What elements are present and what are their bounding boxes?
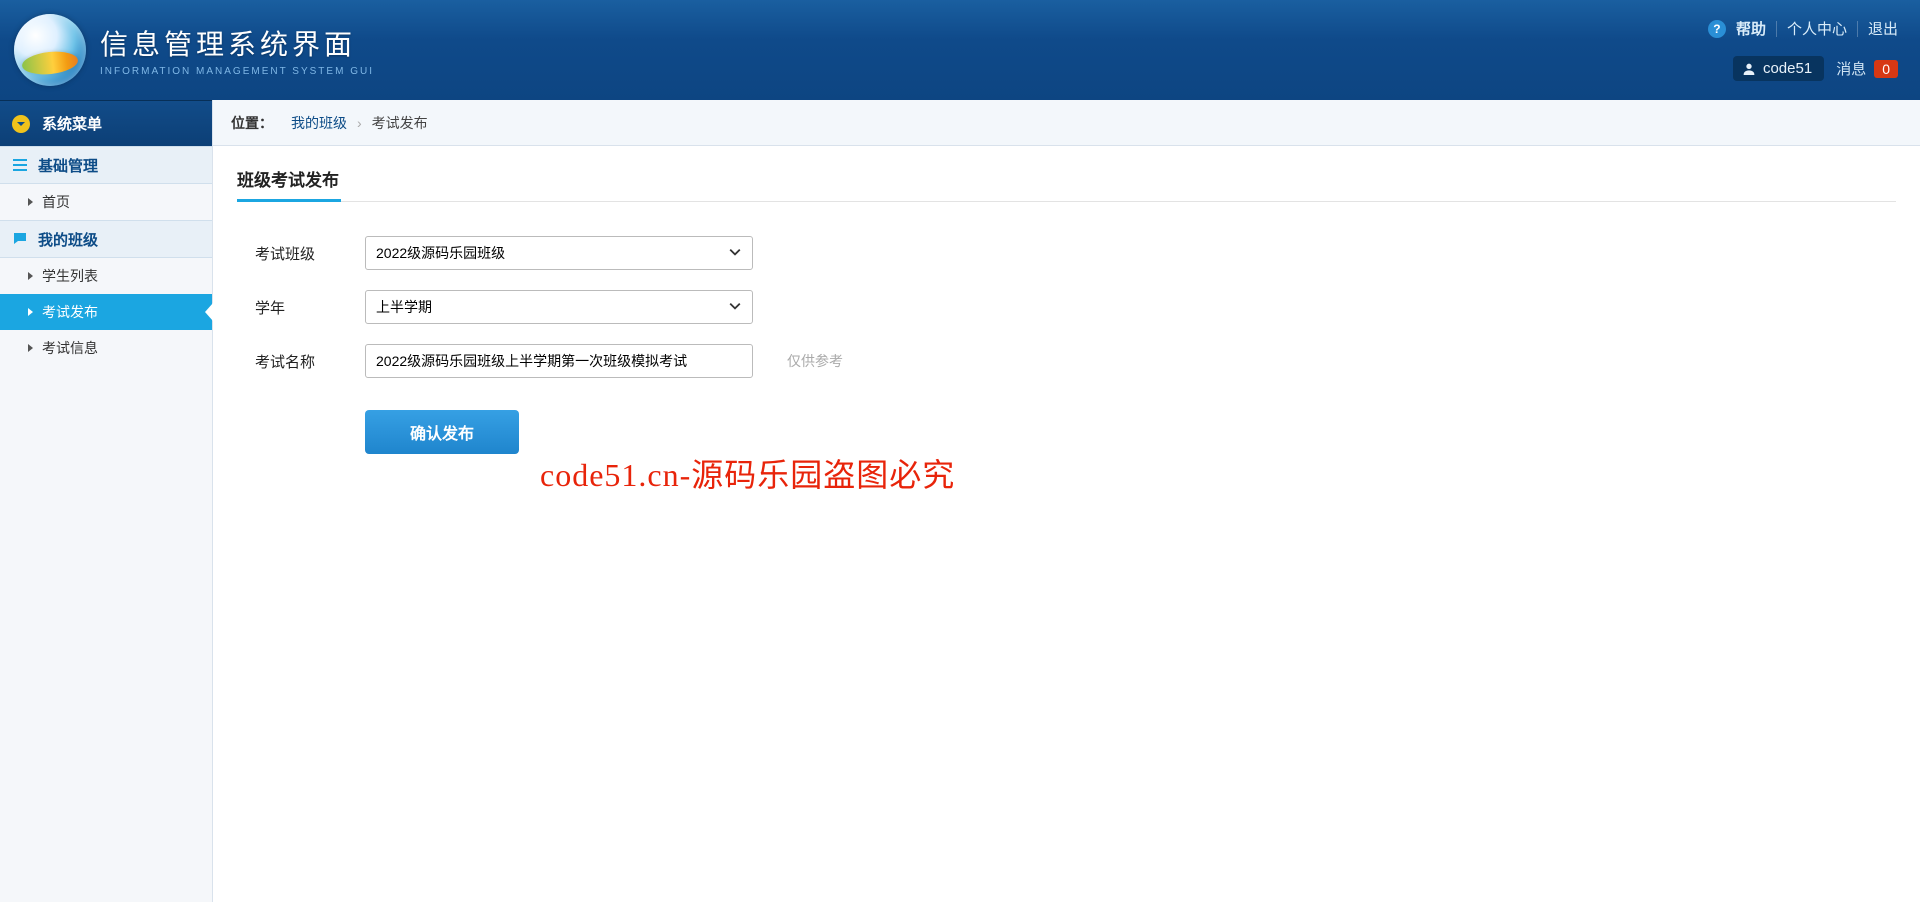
select-semester-wrap: 上半学期	[365, 290, 753, 324]
breadcrumb-sep: ›	[357, 115, 362, 131]
chat-icon	[12, 231, 28, 247]
app-header: 信息管理系统界面 INFORMATION MANAGEMENT SYSTEM G…	[0, 0, 1920, 100]
sidebar-item-student-list[interactable]: 学生列表	[0, 258, 212, 294]
brand-block: 信息管理系统界面 INFORMATION MANAGEMENT SYSTEM G…	[100, 23, 374, 77]
form-area: 班级考试发布 考试班级 2022级源码乐园班级 学年 上半学期	[213, 146, 1920, 474]
form-row-exam-name: 考试名称 仅供参考	[237, 344, 1896, 378]
sidebar-menu-title: 系统菜单	[42, 113, 102, 134]
header-nav-top: ? 帮助 个人中心 退出	[1698, 18, 1898, 39]
logout-link[interactable]: 退出	[1868, 18, 1898, 39]
list-icon	[12, 157, 28, 173]
breadcrumb-label: 位置：	[231, 113, 273, 133]
sidebar-group-basic[interactable]: 基础管理	[0, 146, 212, 184]
sidebar-group-label: 我的班级	[38, 229, 98, 250]
messages-count[interactable]: 0	[1874, 60, 1898, 78]
username: code51	[1763, 60, 1812, 77]
caret-right-icon	[28, 198, 33, 206]
sidebar-menu-header[interactable]: 系统菜单	[0, 100, 212, 146]
breadcrumb: 位置： 我的班级 › 考试发布	[213, 100, 1920, 146]
header-nav-bottom: code51 消息 0	[1733, 56, 1898, 81]
breadcrumb-current: 考试发布	[372, 113, 428, 133]
sidebar-item-label: 首页	[42, 192, 70, 212]
form-row-class: 考试班级 2022级源码乐园班级	[237, 236, 1896, 270]
app-subtitle: INFORMATION MANAGEMENT SYSTEM GUI	[100, 66, 374, 77]
hint-text: 仅供参考	[787, 351, 843, 371]
caret-right-icon	[28, 272, 33, 280]
select-exam-class-wrap: 2022级源码乐园班级	[365, 236, 753, 270]
select-exam-class[interactable]: 2022级源码乐园班级	[365, 236, 753, 270]
personal-center-link[interactable]: 个人中心	[1787, 18, 1847, 39]
submit-button[interactable]: 确认发布	[365, 410, 519, 454]
user-pill[interactable]: code51	[1733, 56, 1824, 81]
help-icon: ?	[1708, 20, 1726, 38]
sidebar-item-home[interactable]: 首页	[0, 184, 212, 220]
chevron-down-icon	[12, 115, 30, 133]
divider	[1776, 21, 1777, 37]
sidebar: 系统菜单 基础管理 首页 我的班级 学生列表 考试发布	[0, 100, 213, 902]
page-title: 班级考试发布	[237, 166, 1896, 202]
sidebar-item-exam-publish[interactable]: 考试发布	[0, 294, 212, 330]
help-link[interactable]: 帮助	[1736, 18, 1766, 39]
user-icon	[1741, 61, 1757, 77]
logo-icon	[14, 14, 86, 86]
label-semester: 学年	[255, 297, 365, 318]
sidebar-group-myclass[interactable]: 我的班级	[0, 220, 212, 258]
input-exam-name[interactable]	[365, 344, 753, 378]
messages-label[interactable]: 消息	[1836, 58, 1866, 79]
caret-right-icon	[28, 308, 33, 316]
sidebar-item-label: 学生列表	[42, 266, 98, 286]
logo-swoosh	[21, 49, 79, 77]
select-semester[interactable]: 上半学期	[365, 290, 753, 324]
main-content: 位置： 我的班级 › 考试发布 班级考试发布 考试班级 2022级源码乐园班级	[213, 100, 1920, 902]
sidebar-group-label: 基础管理	[38, 155, 98, 176]
sidebar-item-label: 考试发布	[42, 302, 98, 322]
breadcrumb-link[interactable]: 我的班级	[291, 113, 347, 133]
form-row-semester: 学年 上半学期	[237, 290, 1896, 324]
app-title: 信息管理系统界面	[100, 23, 374, 63]
sidebar-item-label: 考试信息	[42, 338, 98, 358]
label-exam-name: 考试名称	[255, 351, 365, 372]
caret-right-icon	[28, 344, 33, 352]
divider	[1857, 21, 1858, 37]
label-exam-class: 考试班级	[255, 243, 365, 264]
sidebar-item-exam-info[interactable]: 考试信息	[0, 330, 212, 366]
